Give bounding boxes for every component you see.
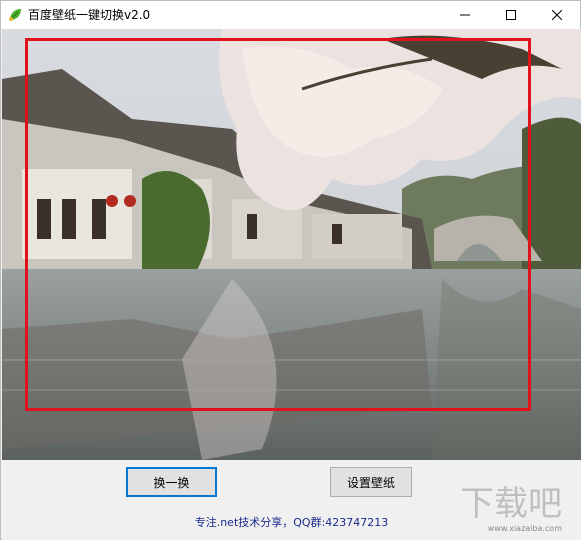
watermark-text: 下载吧: [460, 484, 562, 524]
close-button[interactable]: [534, 1, 580, 29]
close-icon: [552, 10, 562, 20]
set-wallpaper-button[interactable]: 设置壁纸: [330, 467, 412, 497]
watermark-url: www.xiazaiba.com: [487, 524, 562, 533]
selection-frame[interactable]: [25, 38, 531, 411]
maximize-icon: [506, 10, 516, 20]
minimize-button[interactable]: [442, 1, 488, 29]
minimize-icon: [460, 14, 470, 16]
switch-wallpaper-button[interactable]: 换一换: [126, 467, 217, 497]
app-leaf-icon: [7, 7, 23, 23]
title-bar[interactable]: 百度壁纸一键切换v2.0: [1, 1, 580, 29]
window-title: 百度壁纸一键切换v2.0: [28, 8, 151, 22]
app-window: 百度壁纸一键切换v2.0 换一换 设置壁纸 专注.net技术分享，QQ群:423…: [0, 0, 581, 540]
maximize-button[interactable]: [488, 1, 534, 29]
